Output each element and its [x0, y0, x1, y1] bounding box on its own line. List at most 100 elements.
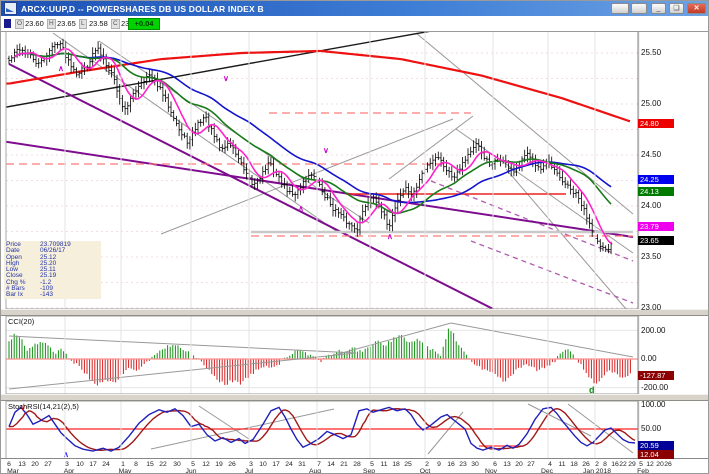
- series-legend-chip[interactable]: [4, 19, 11, 28]
- month-label: Nov: [484, 468, 498, 474]
- date-axis: 6 13 20 27 3 10 17 24 1 8 15 22 30 5 12 19 26 3 10 17 24 31 7 1…: [1, 458, 708, 474]
- axis-label: 24.00: [641, 201, 662, 210]
- date-tick: 8: [134, 461, 138, 468]
- date-tick: 2: [595, 461, 599, 468]
- axis-label: 0.00: [641, 354, 657, 363]
- cci-bars-positive: [8, 328, 577, 359]
- pivot-marker: ∧: [298, 204, 304, 213]
- date-tick: 1: [121, 461, 125, 468]
- axis-label: 23.00: [641, 303, 662, 312]
- date-tick: 4: [548, 461, 552, 468]
- date-tick: 16: [447, 461, 455, 468]
- date-tick: 3: [65, 461, 69, 468]
- low-value: 23.58: [89, 19, 108, 28]
- date-tick: 17: [89, 461, 97, 468]
- chart-window: ∧ ∨ ∨ ∧ ∧ d ∧ ∨ ARCX:UUP,D -- POWERSHARES DB US…: [0, 0, 709, 474]
- close-button[interactable]: ✕: [687, 3, 706, 14]
- info-row: Bar Ix -143: [6, 291, 54, 299]
- date-tick: 18: [570, 461, 578, 468]
- net-change-badge: +0.04: [128, 18, 160, 30]
- pivot-marker: ∧: [58, 64, 64, 73]
- axis-label: 200.00: [641, 326, 666, 335]
- price-bars: [7, 38, 613, 255]
- month-label: May: [118, 468, 132, 474]
- date-tick: 24: [102, 461, 110, 468]
- month-label: Apr: [63, 468, 75, 474]
- title-toolbar-button-2[interactable]: [631, 3, 647, 14]
- date-tick: 19: [215, 461, 223, 468]
- price-tag: 24.25: [638, 175, 674, 184]
- date-tick: 13: [503, 461, 511, 468]
- month-label: Oct: [419, 468, 431, 474]
- date-tick: 10: [259, 461, 267, 468]
- minimize-icon: _: [656, 5, 661, 12]
- date-tick: 23: [459, 461, 467, 468]
- date-tick: 6: [493, 461, 497, 468]
- cci-panel: d: [6, 322, 638, 394]
- panel-splitter-1[interactable]: [1, 309, 708, 316]
- date-tick: 5: [191, 461, 195, 468]
- maximize-icon: ❏: [673, 5, 680, 12]
- date-tick: 3: [249, 461, 253, 468]
- axis-label: -200.00: [641, 383, 669, 392]
- date-tick: 25: [404, 461, 412, 468]
- date-tick: 24: [285, 461, 293, 468]
- cursor-info-panel: Price 23.709819 Date 06/26/17 Open 25.12 High 2…: [4, 241, 101, 299]
- price-tag: 20.59: [638, 441, 674, 450]
- month-label: Aug: [308, 468, 322, 474]
- low-label: L: [79, 19, 87, 29]
- date-tick: 27: [527, 461, 535, 468]
- date-tick: 30: [471, 461, 479, 468]
- date-tick: 15: [146, 461, 154, 468]
- date-tick: 5: [370, 461, 374, 468]
- axis-label: 25.00: [641, 99, 662, 108]
- cci-bars-negative: [70, 359, 631, 386]
- date-tick: 9: [437, 461, 441, 468]
- date-tick: 12: [646, 461, 654, 468]
- date-tick: 28: [353, 461, 361, 468]
- chart-canvas: ∧∨∨∧∧d∧∨: [1, 30, 708, 458]
- date-tick: 26: [228, 461, 236, 468]
- axis-label: 23.50: [641, 252, 662, 261]
- month-label: Dec: [540, 468, 554, 474]
- price-tag: 23.65: [638, 236, 674, 245]
- axis-label: 50.00: [641, 424, 662, 433]
- pivot-marker: ∨: [223, 74, 229, 83]
- panel-splitter-2[interactable]: [1, 394, 708, 401]
- minimize-button[interactable]: _: [651, 3, 666, 14]
- stochrsi-panel-label: StochRSI(14,21(2),5): [8, 402, 79, 411]
- date-tick: 13: [18, 461, 26, 468]
- month-label: Jul: [244, 468, 254, 474]
- title-bar[interactable]: ARCX:UUP,D -- POWERSHARES DB US DOLLAR I…: [1, 1, 708, 16]
- month-label: Feb: [637, 468, 649, 474]
- title-toolbar-button-1[interactable]: [611, 3, 629, 14]
- date-tick: 21: [340, 461, 348, 468]
- date-tick: 20: [515, 461, 523, 468]
- date-tick: 30: [173, 461, 181, 468]
- date-tick: 10: [76, 461, 84, 468]
- price-tag: 24.80: [638, 119, 674, 128]
- app-icon: [4, 2, 17, 15]
- high-value: 23.65: [57, 19, 76, 28]
- date-tick: 5: [639, 461, 643, 468]
- date-tick: 7: [317, 461, 321, 468]
- price-tag: -127.87: [638, 371, 674, 380]
- price-tag: 24.13: [638, 187, 674, 196]
- open-value: 23.60: [25, 19, 44, 28]
- date-tick: 26: [582, 461, 590, 468]
- maximize-button[interactable]: ❏: [669, 3, 684, 14]
- close-label: C: [111, 19, 120, 29]
- date-tick: 20: [656, 461, 664, 468]
- date-tick: 18: [392, 461, 400, 468]
- date-tick: 17: [272, 461, 280, 468]
- month-label: Sep: [362, 468, 376, 474]
- high-label: H: [47, 19, 56, 29]
- date-tick: 8: [603, 461, 607, 468]
- price-tag: 12.04: [638, 450, 674, 459]
- date-tick: 27: [44, 461, 52, 468]
- close-icon: ✕: [693, 5, 700, 12]
- date-tick: 22: [159, 461, 167, 468]
- date-tick: 2: [425, 461, 429, 468]
- date-tick: 11: [558, 461, 566, 468]
- date-tick: 11: [380, 461, 388, 468]
